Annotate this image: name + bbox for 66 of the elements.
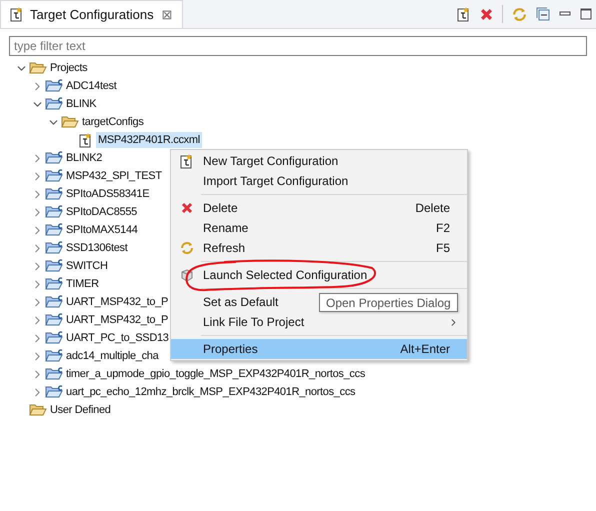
project-folder-icon: [45, 97, 63, 111]
new-config-icon: [457, 6, 471, 22]
project-folder-icon: [45, 277, 63, 291]
project-folder-icon: [45, 349, 63, 363]
tree-item[interactable]: Projects: [48, 60, 90, 76]
menu-item[interactable]: Rename F2: [171, 218, 467, 238]
project-folder-icon: [45, 313, 63, 327]
tree-item[interactable]: User Defined: [48, 402, 113, 418]
menu-item[interactable]: Refresh F5: [171, 238, 467, 258]
project-folder-icon: [45, 151, 63, 165]
shortcut-label: F5: [436, 240, 451, 257]
maximize-icon[interactable]: [580, 8, 592, 20]
refresh-icon[interactable]: [512, 6, 527, 22]
tree-item[interactable]: UART_MSP432_to_P: [64, 294, 170, 310]
target-config-icon: [10, 7, 24, 22]
folder-icon: [29, 61, 47, 75]
tree-item[interactable]: SPItoMAX5144: [64, 222, 140, 238]
refresh-icon: [180, 241, 194, 255]
project-folder-icon: [45, 259, 63, 273]
menu-item[interactable]: Delete Delete: [171, 198, 467, 218]
menu-item[interactable]: Link File To Project: [171, 312, 467, 332]
project-folder-icon: [45, 169, 63, 183]
menu-item[interactable]: Launch Selected Configuration: [171, 265, 467, 285]
tab-close[interactable]: ⊠: [162, 4, 173, 24]
project-folder-icon: [45, 241, 63, 255]
delete-icon[interactable]: [480, 8, 493, 20]
menu-item[interactable]: New Target Configuration: [171, 151, 467, 171]
tree-item[interactable]: UART_MSP432_to_P: [64, 312, 170, 328]
tree-item[interactable]: timer_a_upmode_gpio_toggle_MSP_EXP432P401R_nortos_ccs: [64, 366, 368, 382]
shortcut-label: F2: [436, 220, 451, 237]
tree-item[interactable]: SWITCH: [64, 258, 110, 274]
tree-item[interactable]: SSD1306test: [64, 240, 130, 256]
tree-item[interactable]: SPItoDAC8555: [64, 204, 139, 220]
view-tab[interactable]: Target Configurations ⊠: [0, 0, 183, 28]
project-folder-icon: [45, 223, 63, 237]
delete-icon: [181, 202, 193, 214]
tree-item[interactable]: BLINK: [64, 96, 98, 112]
tree-item[interactable]: SPItoADS58341E: [64, 186, 152, 202]
tree-item[interactable]: TIMER: [64, 276, 101, 292]
shortcut-label: Delete: [415, 200, 451, 217]
new-config-icon: [180, 154, 194, 168]
menu-item[interactable]: Import Target Configuration: [171, 171, 467, 191]
tree-item[interactable]: MSP432_SPI_TEST: [64, 168, 164, 184]
collapse-all-icon[interactable]: [536, 7, 550, 21]
project-folder-icon: [45, 385, 63, 399]
project-folder-icon: [45, 331, 63, 345]
project-folder-icon: [45, 205, 63, 219]
tab-title: Target Configurations: [30, 6, 154, 24]
project-folder-icon: [45, 295, 63, 309]
shortcut-label: Alt+Enter: [400, 341, 451, 358]
tree-item[interactable]: adc14_multiple_cha: [64, 348, 160, 364]
tooltip: Open Properties Dialog: [319, 293, 458, 312]
tree-item[interactable]: ADC14test: [64, 78, 118, 94]
tree-item[interactable]: targetConfigs: [80, 114, 146, 130]
tree-item[interactable]: BLINK2: [64, 150, 104, 166]
project-folder-icon: [45, 367, 63, 381]
folder-icon: [61, 115, 79, 129]
filter-field[interactable]: type filter text: [9, 36, 587, 56]
project-folder-icon: [45, 79, 63, 93]
tree-item[interactable]: uart_pc_echo_12mhz_brclk_MSP_EXP432P401R_nortos_ccs: [64, 384, 358, 400]
tree-item[interactable]: MSP432P401R.ccxml: [96, 132, 202, 148]
project-folder-icon: [45, 187, 63, 201]
config-file-icon: [79, 132, 93, 148]
folder-icon: [29, 403, 47, 417]
tree-item[interactable]: UART_PC_to_SSD13: [64, 330, 171, 346]
menu-item[interactable]: Properties Alt+Enter: [171, 339, 467, 359]
